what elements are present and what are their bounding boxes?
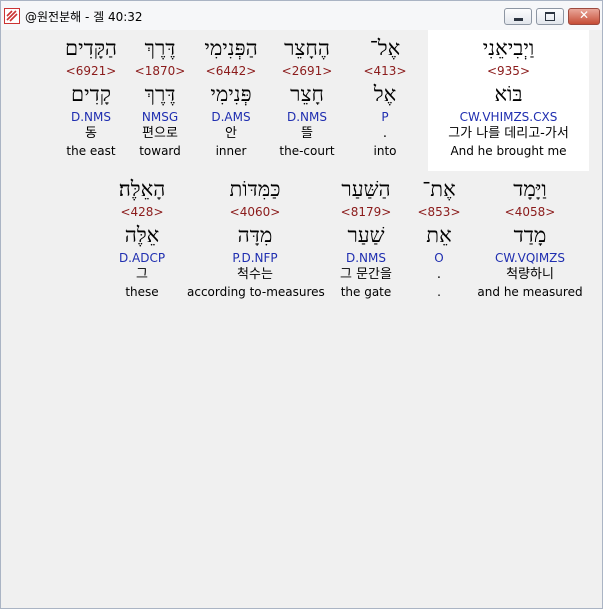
hebrew-word: הֶחָצֵר [284,36,330,60]
hebrew-word: כַּמִּדּוֹת [229,177,281,201]
hebrew-word: אֶת־ [422,177,456,201]
lemma-word: בּוֹא [494,82,523,106]
word-column[interactable]: וַיָּמָד <4058> מָדַד CW.VQIMZS 척량하니 and… [473,174,587,300]
english-gloss: inner [215,144,247,158]
hebrew-word: הַקָּדִים [64,36,118,60]
korean-gloss: 척량하니 [506,267,554,282]
english-gloss: according to-measures [187,285,325,299]
lemma-word: אֶל [373,82,397,106]
morph-code: D.NMS [345,251,386,265]
lemma-word: מִדָּה [237,223,273,247]
lemma-word: קָדִים [71,82,111,106]
word-column[interactable]: הָאֵלֶּה׃ <428> אֵלֶּה D.ADCP 그 these [107,174,177,300]
korean-gloss: 편으로 [142,126,178,141]
english-gloss: into [373,144,397,158]
word-column[interactable]: אֶל־ <413> אֶל P . into [351,33,419,159]
english-gloss: the gate [340,285,392,299]
korean-gloss: 그 [136,267,148,282]
strong-number[interactable]: <1870> [129,63,191,79]
lemma-word: מָדַד [513,223,547,247]
close-icon: ✕ [578,8,590,22]
english-gloss: the east [66,144,116,158]
lemma-word: שַׁעַר [347,223,385,247]
strong-number[interactable]: <4058> [473,204,587,220]
app-icon[interactable] [4,8,20,24]
lemma-word: אֵלֶּה [124,223,160,247]
strong-number[interactable]: <8179> [327,204,405,220]
morph-code: NMSG [141,110,179,124]
morph-code: D.AMS [211,110,251,124]
word-column[interactable]: דֶּרֶךְ <1870> דֶּרֶךְ NMSG 편으로 toward [129,33,191,159]
hebrew-word: וַיְבִיאֵנִי [482,36,535,60]
word-column[interactable]: הֶחָצֵר <2691> חָצֵר D.NMS 뜰 the-court [269,33,345,159]
hebrew-word: הַפְּנִימִי [204,36,258,60]
hebrew-word: הַשַּׁעַר [341,177,391,201]
morph-code: P.D.NFP [232,251,278,265]
english-gloss: and he measured [477,285,583,299]
hebrew-word: הָאֵלֶּה׃ [118,177,166,201]
hebrew-word: אֶל־ [369,36,401,60]
hebrew-word: וַיָּמָד [513,177,547,201]
strong-number[interactable]: <2691> [269,63,345,79]
close-button[interactable]: ✕ [568,8,600,25]
word-column[interactable]: וַיְבִיאֵנִי <935> בּוֹא CW.VHIMZS.CXS 그… [428,33,589,159]
english-gloss: And he brought me [450,144,567,158]
morph-code: D.NMS [70,110,111,124]
korean-gloss: 그 문간을 [340,267,392,282]
korean-gloss: . [436,267,442,282]
strong-number[interactable]: <6442> [196,63,266,79]
strong-number[interactable]: <413> [351,63,419,79]
strong-number[interactable]: <935> [428,63,589,79]
strong-number[interactable]: <428> [107,204,177,220]
korean-gloss: . [382,126,388,141]
english-gloss: these [125,285,159,299]
word-column[interactable]: הַשַּׁעַר <8179> שַׁעַר D.NMS 그 문간을 the … [327,174,405,300]
strong-number[interactable]: <6921> [57,63,125,79]
maximize-button[interactable] [536,8,564,25]
word-column[interactable]: הַפְּנִימִי <6442> פְּנִימִי D.AMS 안 inn… [196,33,266,159]
word-column[interactable]: הַקָּדִים <6921> קָדִים D.NMS 동 the east [57,33,125,159]
interlinear-panel: וַיְבִיאֵנִי <935> בּוֹא CW.VHIMZS.CXS 그… [1,30,602,608]
title-bar[interactable]: @원전분해 - 겔 40:32 ✕ [1,1,602,31]
morph-code: CW.VHIMZS.CXS [459,110,558,124]
hebrew-word: דֶּרֶךְ [144,36,176,60]
english-gloss: toward [139,144,181,158]
lemma-word: חָצֵר [290,82,324,106]
word-column[interactable]: אֶת־ <853> אֵת O . . [413,174,465,300]
strong-number[interactable]: <853> [413,204,465,220]
korean-gloss: 그가 나를 데리고-가서 [448,126,569,141]
lemma-word: דֶּרֶךְ [144,82,176,106]
korean-gloss: 뜰 [301,126,313,141]
strong-number[interactable]: <4060> [187,204,323,220]
korean-gloss: 안 [225,126,237,141]
morph-code: P [381,110,389,124]
morph-code: CW.VQIMZS [494,251,566,265]
lemma-word: פְּנִימִי [210,82,252,106]
lemma-word: אֵת [426,223,452,247]
korean-gloss: 척수는 [237,267,273,282]
morph-code: D.NMS [286,110,327,124]
english-gloss: . [437,285,441,299]
morph-code: D.ADCP [118,251,166,265]
morph-code: O [434,251,444,265]
korean-gloss: 동 [85,126,97,141]
window-title: @원전분해 - 겔 40:32 [25,10,143,24]
app-window: @원전분해 - 겔 40:32 ✕ וַיְבִיאֵנִי <935> בּו… [0,0,603,609]
word-column[interactable]: כַּמִּדּוֹת <4060> מִדָּה P.D.NFP 척수는 ac… [187,174,325,300]
english-gloss: the-court [279,144,335,158]
minimize-button[interactable] [504,8,532,25]
